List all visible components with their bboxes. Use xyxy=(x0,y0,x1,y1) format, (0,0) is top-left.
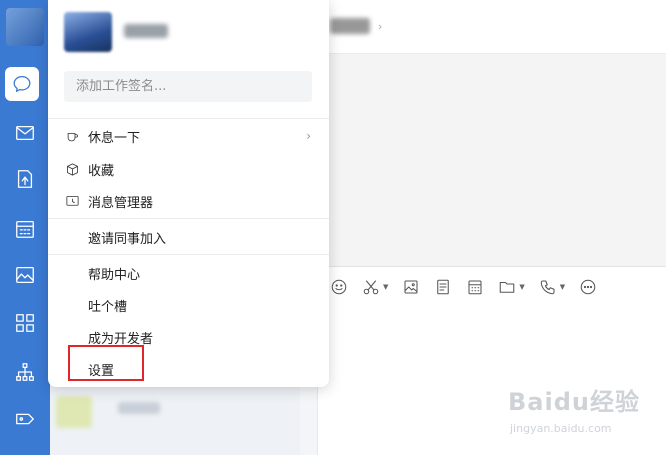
org-chart-icon[interactable] xyxy=(9,356,41,388)
profile-avatar[interactable] xyxy=(64,12,112,52)
menu-item-label: 消息管理器 xyxy=(88,195,154,211)
chat-title-blurred xyxy=(330,18,370,34)
box-icon xyxy=(64,161,80,177)
emoji-icon[interactable] xyxy=(330,278,348,296)
photos-icon[interactable] xyxy=(9,259,41,291)
coffee-cup-icon xyxy=(64,128,80,144)
mail-icon[interactable] xyxy=(9,117,41,149)
menu-item-feedback[interactable]: 吐个槽 xyxy=(48,290,329,320)
contact-avatar xyxy=(56,396,92,428)
message-manager-icon xyxy=(64,193,80,209)
phone-icon[interactable]: ▼ xyxy=(539,278,565,296)
chat-icon[interactable] xyxy=(5,67,39,101)
menu-divider xyxy=(48,218,329,219)
image-icon[interactable] xyxy=(402,278,420,296)
menu-item-label: 休息一下 xyxy=(88,130,141,146)
message-area xyxy=(318,54,666,266)
nav-rail xyxy=(0,0,50,455)
watermark-url: jingyan.baidu.com xyxy=(510,422,612,435)
docs-icon[interactable] xyxy=(9,163,41,195)
user-avatar[interactable] xyxy=(6,8,44,46)
apps-icon[interactable] xyxy=(9,307,41,339)
highlight-box xyxy=(68,345,144,381)
menu-item-invite-colleagues[interactable]: 邀请同事加入 xyxy=(48,222,329,252)
caret-down-icon[interactable]: ▼ xyxy=(383,283,388,291)
folder-icon[interactable]: ▼ xyxy=(498,278,525,296)
document-icon[interactable] xyxy=(434,278,452,296)
menu-item-label: 成为开发者 xyxy=(88,331,154,347)
menu-item-favorites[interactable]: 收藏 xyxy=(48,154,329,184)
menu-divider xyxy=(48,254,329,255)
profile-name-blurred xyxy=(124,24,168,38)
menu-item-help-center[interactable]: 帮助中心 xyxy=(48,258,329,288)
calendar-icon[interactable] xyxy=(9,213,41,245)
menu-item-message-manager[interactable]: 消息管理器 xyxy=(48,186,329,216)
input-toolbar: ▼ ▼ ▼ xyxy=(330,276,611,298)
profile-popup: 休息一下 › 收藏 消息管理器 邀请同事加入 帮助中心 吐个槽 成为开发者 设置 xyxy=(48,0,329,387)
more-icon[interactable] xyxy=(579,278,597,296)
menu-item-label: 收藏 xyxy=(88,163,115,179)
contact-name-blurred xyxy=(118,402,160,414)
chevron-right-icon: › xyxy=(306,129,311,143)
caret-down-icon[interactable]: ▼ xyxy=(519,283,524,291)
menu-item-label: 吐个槽 xyxy=(88,299,128,315)
watermark: Baidu经验 jingyan.baidu.com xyxy=(508,382,658,444)
scissors-icon[interactable]: ▼ xyxy=(362,278,388,296)
list-item[interactable] xyxy=(52,392,210,432)
menu-item-take-a-break[interactable]: 休息一下 › xyxy=(48,121,329,151)
menu-item-label: 邀请同事加入 xyxy=(88,231,167,247)
watermark-brand: Baidu经验 xyxy=(508,388,640,416)
menu-divider xyxy=(48,118,329,119)
tag-icon[interactable] xyxy=(9,403,41,435)
caret-down-icon[interactable]: ▼ xyxy=(560,283,565,291)
chevron-right-icon[interactable]: › xyxy=(378,20,382,33)
menu-item-label: 帮助中心 xyxy=(88,267,141,283)
calendar-icon[interactable] xyxy=(466,278,484,296)
signature-input[interactable] xyxy=(64,71,312,102)
